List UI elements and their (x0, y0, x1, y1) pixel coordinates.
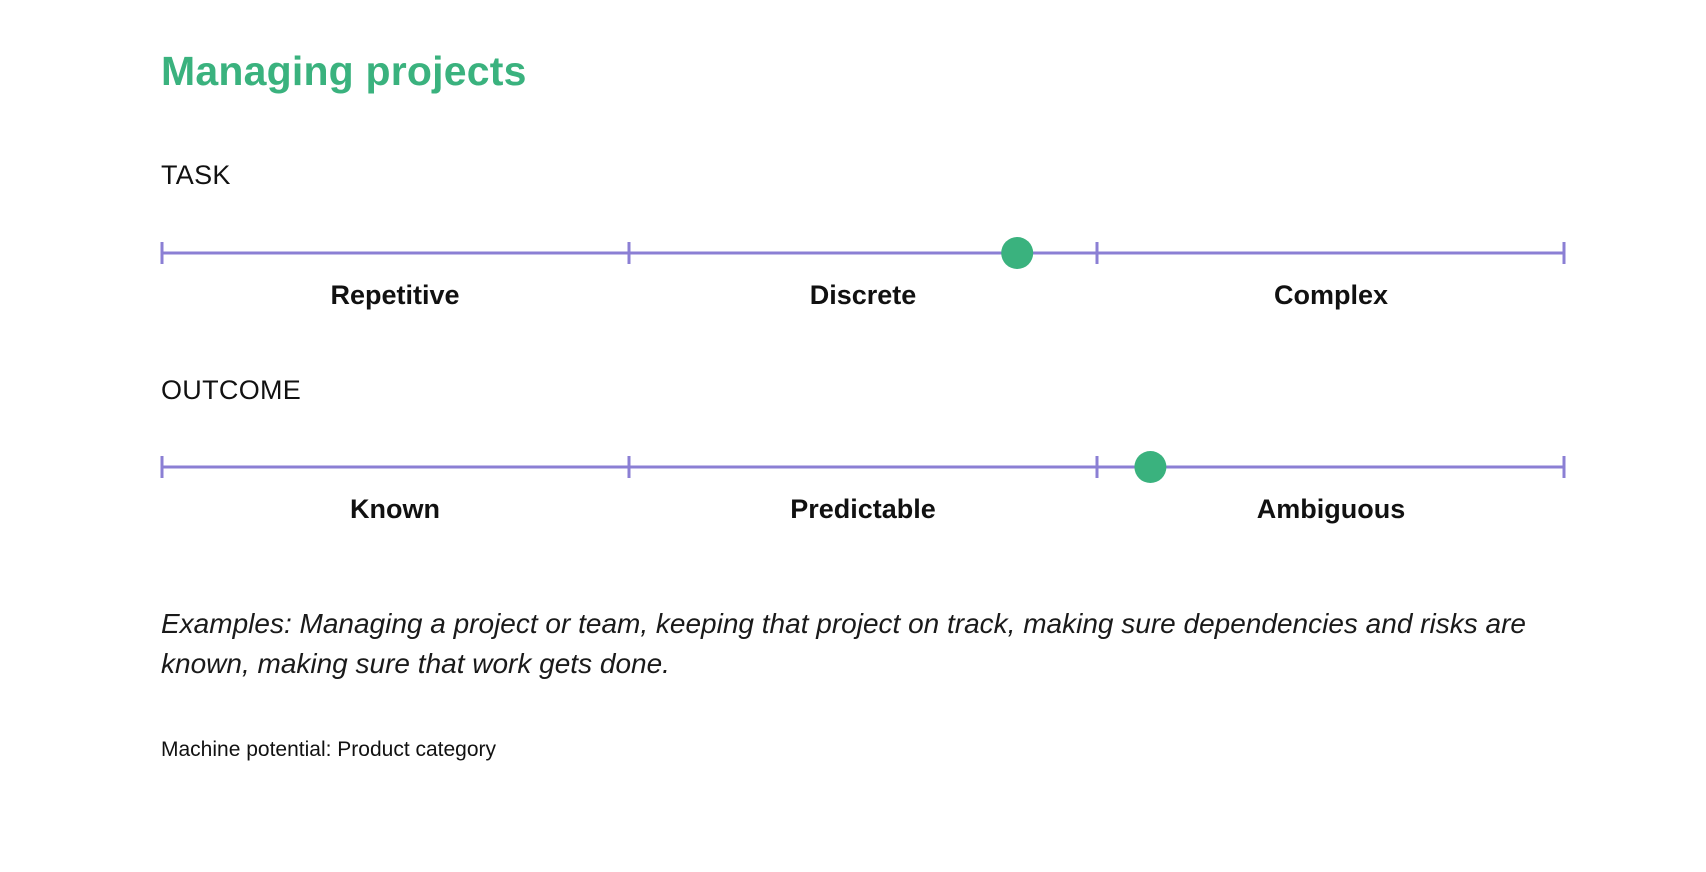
outcome-scale-marker (1134, 451, 1167, 483)
outcome-label-known: Known (350, 494, 440, 524)
task-label-complex: Complex (1273, 280, 1389, 310)
outcome-label-ambiguous: Ambiguous (1256, 494, 1406, 524)
outcome-label-predictable: Predictable (790, 494, 936, 524)
task-label-discrete: Discrete (809, 280, 917, 310)
examples-text: Examples: Managing a project or team, ke… (161, 608, 1526, 679)
task-label-repetitive: Repetitive (330, 280, 460, 310)
task-scale: Repetitive Discrete Complex (160, 237, 1566, 332)
outcome-scale-track (160, 451, 1566, 483)
task-heading: TASK (161, 160, 231, 190)
outcome-scale: Known Predictable Ambiguous (160, 451, 1566, 546)
outcome-heading: OUTCOME (161, 375, 302, 405)
page-title: Managing projects (161, 48, 527, 94)
task-scale-track (160, 237, 1566, 269)
machine-potential-note: Machine potential: Product category (161, 738, 497, 761)
task-scale-marker (1001, 237, 1034, 269)
